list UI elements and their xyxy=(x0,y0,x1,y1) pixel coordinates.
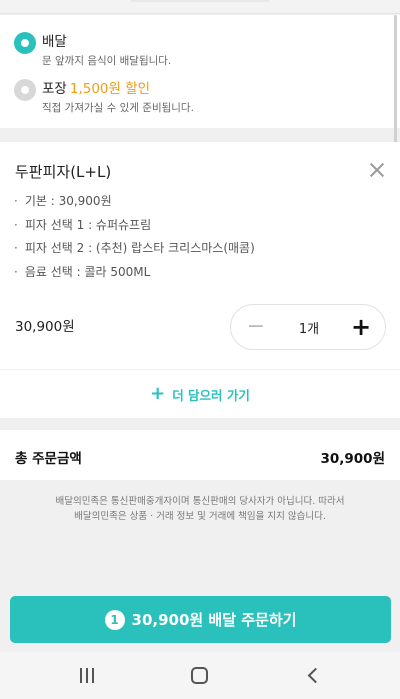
item-price: 30,900원 xyxy=(15,319,75,335)
notice-line: 배달의민족은 상품 · 거래 정보 및 거래에 책임을 지지 않습니다. xyxy=(74,511,326,522)
option-item: 피자 선택 1 : 슈퍼슈프림 xyxy=(14,214,255,238)
quantity-stepper: − 1개 + xyxy=(230,304,386,350)
takeout-option-title: 포장 xyxy=(42,81,67,97)
quantity-value: 1개 xyxy=(298,322,320,337)
option-item: 기본 : 30,900원 xyxy=(14,190,255,214)
recent-apps-icon[interactable] xyxy=(80,668,96,683)
count-badge: 1 xyxy=(104,609,125,630)
takeout-option-text: 포장 1,500원 할인 직접 가져가실 수 있게 준비됩니다. xyxy=(42,79,194,115)
home-icon[interactable] xyxy=(191,667,208,684)
top-strip xyxy=(0,0,400,14)
takeout-option[interactable]: 포장 1,500원 할인 직접 가져가실 수 있게 준비됩니다. xyxy=(14,79,194,115)
total-label: 총 주문금액 xyxy=(15,451,82,467)
add-more-button[interactable]: + 더 담으러 가기 xyxy=(0,370,400,418)
legal-notice: 배달의민족은 통신판매중개자이며 통신판매의 당사자가 아닙니다. 따라서 배달… xyxy=(0,494,400,524)
takeout-option-desc: 직접 가져가실 수 있게 준비됩니다. xyxy=(42,102,194,114)
option-item: 피자 선택 2 : (추천) 랍스타 크리스마스(매콤) xyxy=(14,237,255,261)
delivery-option[interactable]: 배달 문 앞까지 음식이 배달됩니다. xyxy=(14,32,171,68)
plus-button[interactable]: + xyxy=(351,315,371,339)
delivery-option-title: 배달 xyxy=(42,34,67,50)
total-value: 30,900원 xyxy=(320,451,385,467)
delivery-method-card: 배달 문 앞까지 음식이 배달됩니다. 포장 1,500원 할인 직접 가져가실 … xyxy=(0,15,400,128)
radio-selected-icon[interactable] xyxy=(14,32,36,54)
order-button-label: 30,900원 배달 주문하기 xyxy=(131,611,297,629)
option-list: 기본 : 30,900원 피자 선택 1 : 슈퍼슈프림 피자 선택 2 : (… xyxy=(14,190,255,284)
add-more-label: 더 담으러 가기 xyxy=(172,387,250,403)
plus-icon: + xyxy=(150,383,166,404)
delivery-option-text: 배달 문 앞까지 음식이 배달됩니다. xyxy=(42,32,171,68)
takeout-discount: 1,500원 할인 xyxy=(69,81,151,97)
total-row: 총 주문금액 30,900원 xyxy=(0,430,400,480)
takeout-option-title-row: 포장 1,500원 할인 xyxy=(42,79,194,99)
order-item-card: 두판피자(L+L) 기본 : 30,900원 피자 선택 1 : 슈퍼슈프림 피… xyxy=(0,142,400,369)
scrollbar[interactable] xyxy=(394,15,397,155)
option-item: 음료 선택 : 콜라 500ML xyxy=(14,261,255,285)
order-button[interactable]: 1 30,900원 배달 주문하기 xyxy=(10,596,391,643)
close-icon[interactable] xyxy=(370,163,384,177)
notice-line: 배달의민족은 통신판매중개자이며 통신판매의 당사자가 아닙니다. 따라서 xyxy=(55,496,345,507)
menu-name: 두판피자(L+L) xyxy=(15,163,112,181)
system-nav-bar xyxy=(0,652,400,699)
delivery-option-desc: 문 앞까지 음식이 배달됩니다. xyxy=(42,55,172,67)
back-icon[interactable] xyxy=(306,668,320,682)
radio-unselected-icon[interactable] xyxy=(14,79,36,101)
minus-button[interactable]: − xyxy=(246,316,266,338)
cut-off-header xyxy=(130,0,270,2)
